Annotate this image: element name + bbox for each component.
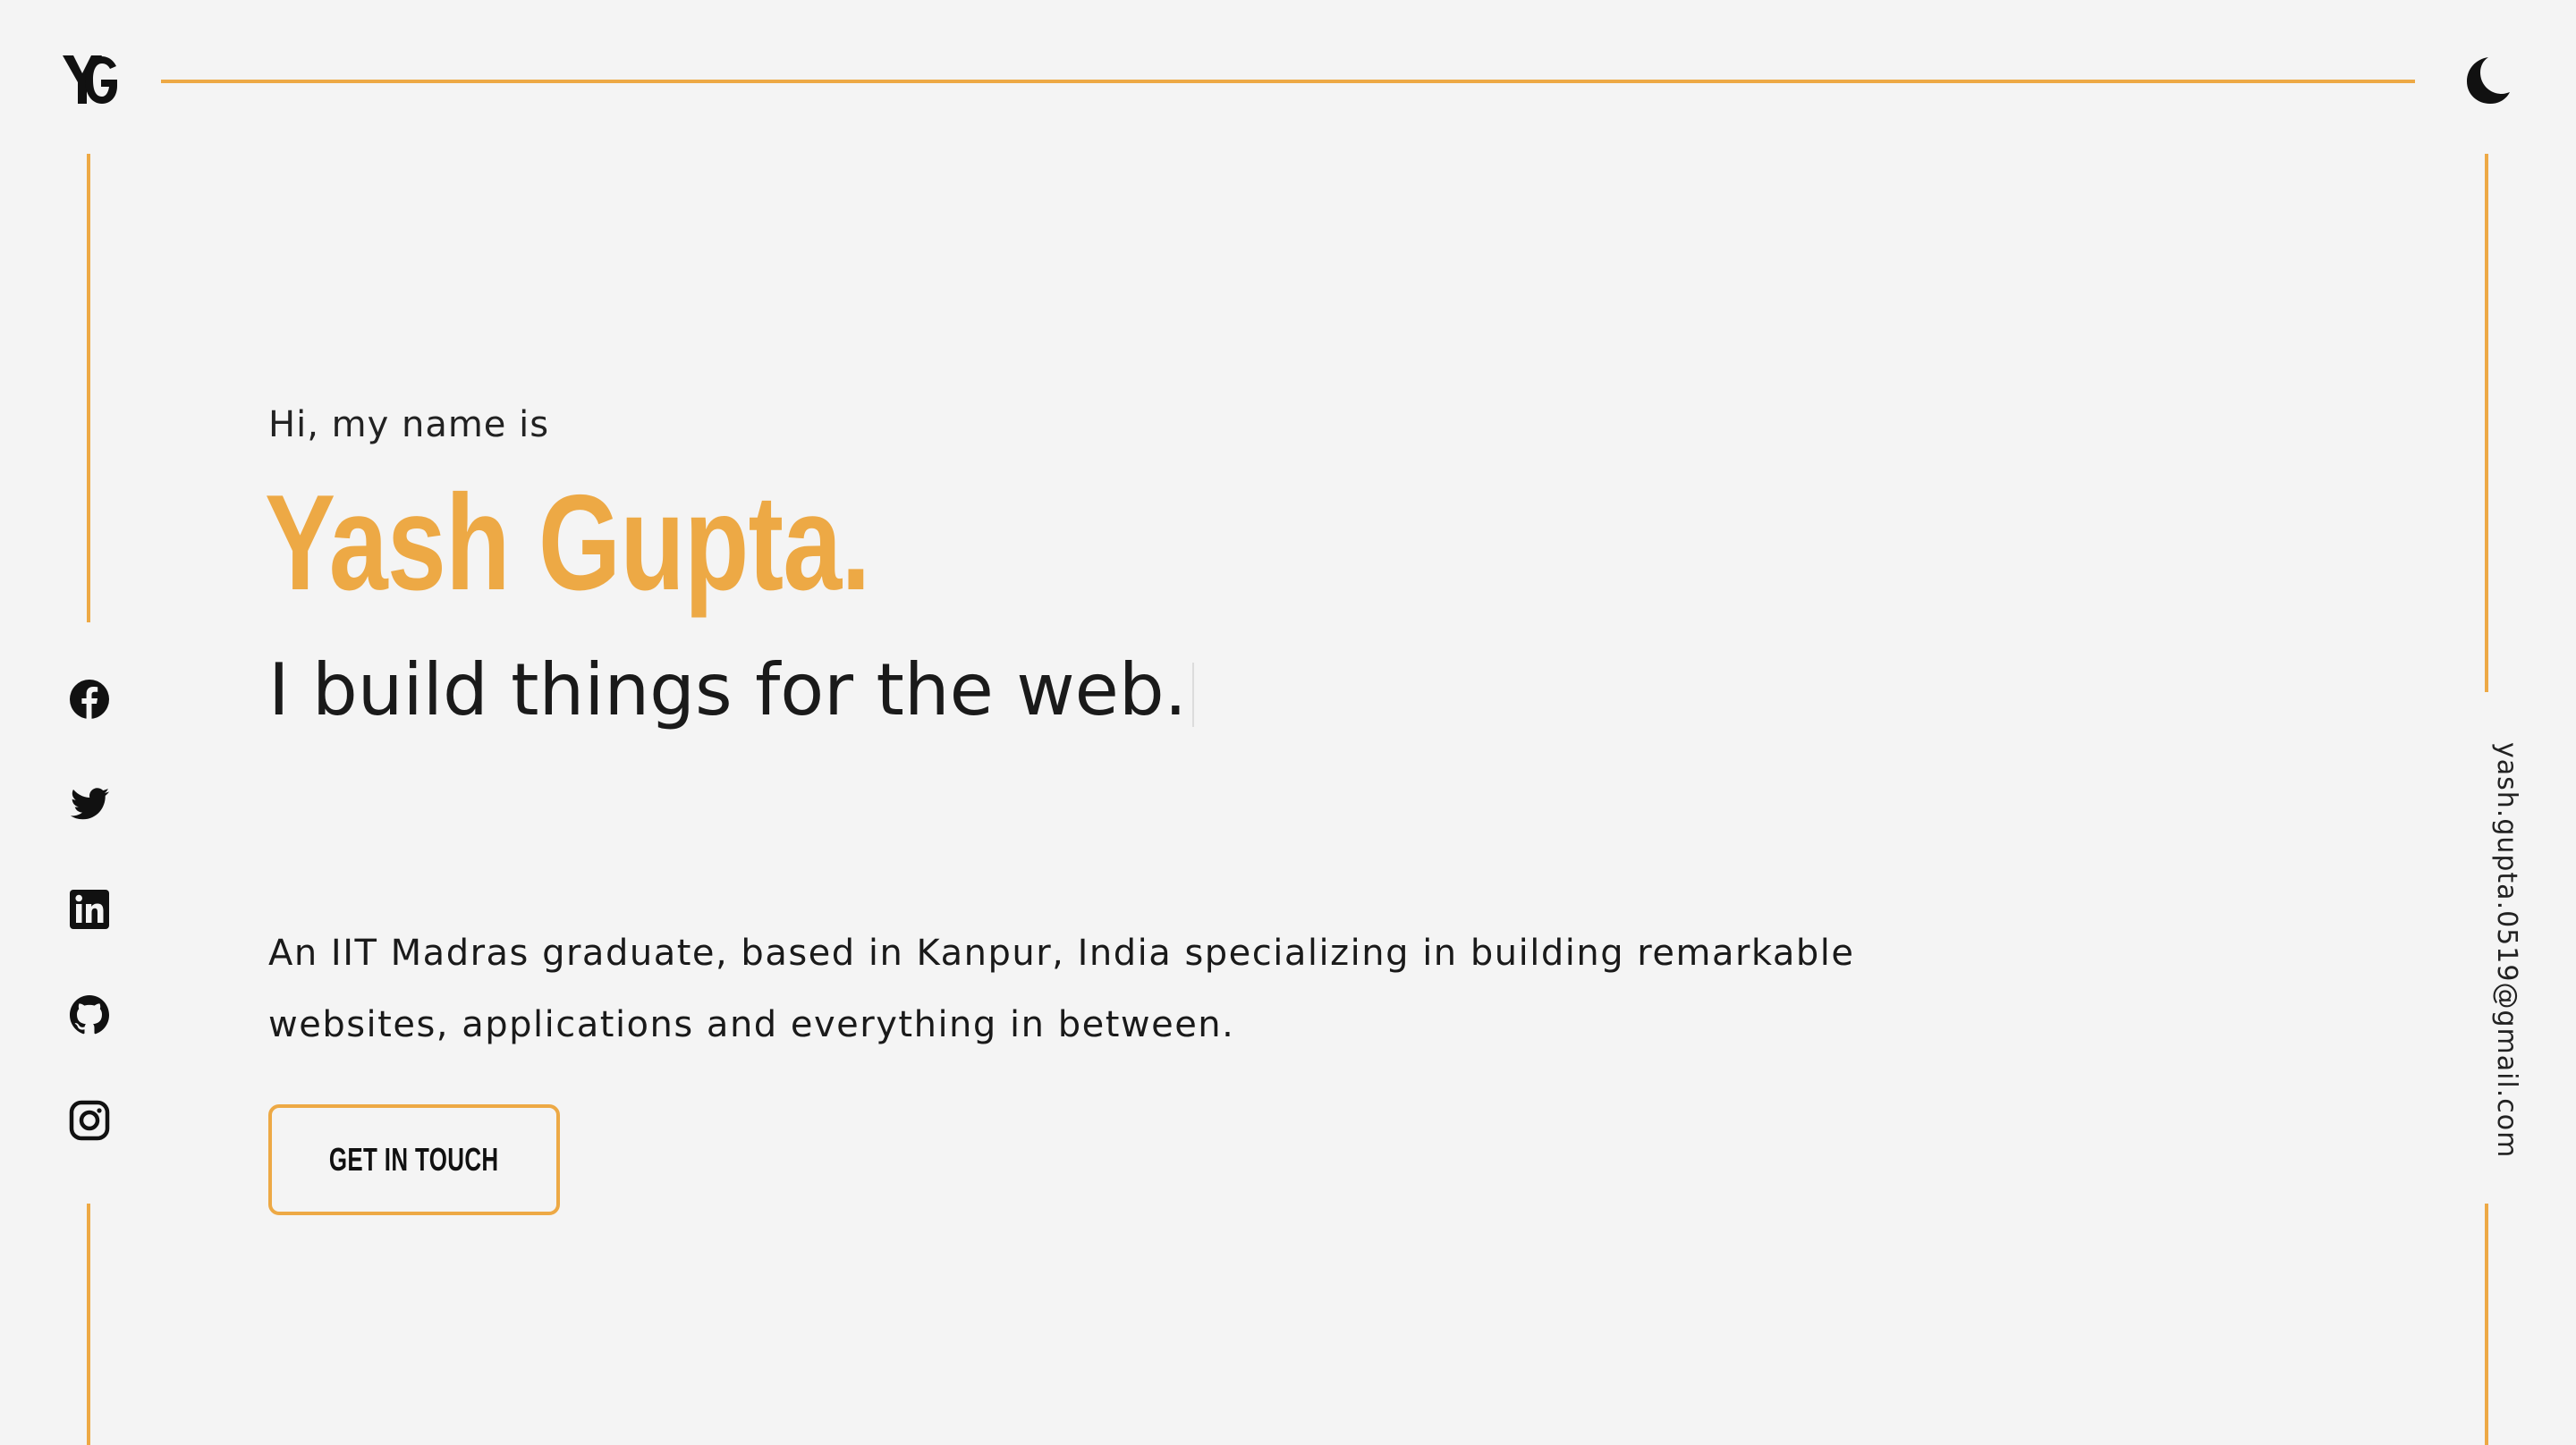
github-icon: [70, 995, 109, 1035]
theme-toggle-button[interactable]: [2462, 55, 2512, 106]
hero-tagline: I build things for the web.: [268, 646, 1195, 735]
hero-description: An IIT Madras graduate, based in Kanpur,…: [268, 933, 1855, 1045]
instagram-link[interactable]: [68, 1099, 111, 1142]
hero-name: Yash Gupta.: [265, 467, 870, 619]
header-divider: [161, 80, 2415, 83]
instagram-icon: [69, 1100, 110, 1141]
portfolio-page: yash.gupta.0519@gmail.com Hi, my name is…: [0, 0, 2576, 1445]
right-rail-bottom: [2485, 1204, 2488, 1445]
moon-icon: [2467, 57, 2510, 104]
right-rail-top: [2485, 154, 2488, 692]
greeting-text: Hi, my name is: [268, 404, 550, 445]
left-rail-bottom: [87, 1204, 90, 1445]
facebook-icon: [70, 680, 109, 719]
facebook-link[interactable]: [68, 678, 111, 721]
linkedin-link[interactable]: [68, 888, 111, 931]
get-in-touch-label: GET IN TOUCH: [329, 1141, 499, 1178]
get-in-touch-button[interactable]: GET IN TOUCH: [268, 1104, 560, 1215]
linkedin-icon: [70, 890, 109, 929]
left-rail-top: [87, 154, 90, 622]
typing-caret: [1192, 663, 1195, 728]
twitter-link[interactable]: [68, 782, 111, 825]
email-link[interactable]: yash.gupta.0519@gmail.com: [2451, 742, 2522, 1189]
twitter-icon: [70, 788, 109, 820]
github-link[interactable]: [68, 993, 111, 1036]
yg-logo[interactable]: [61, 54, 120, 106]
logo-icon: [63, 55, 117, 104]
tagline-text: I build things for the web.: [268, 648, 1188, 731]
